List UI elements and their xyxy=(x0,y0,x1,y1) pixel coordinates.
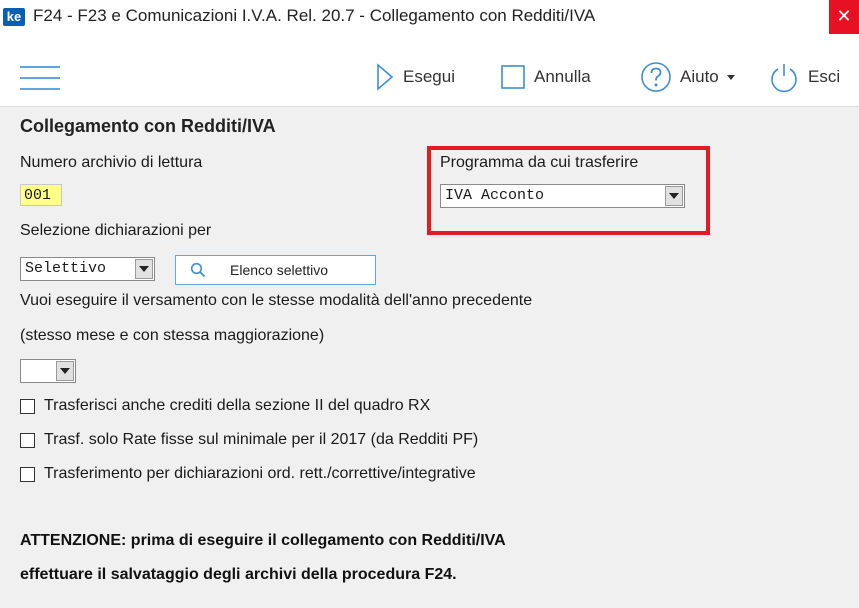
window-title: F24 - F23 e Comunicazioni I.V.A. Rel. 20… xyxy=(33,6,596,25)
checkbox-label: Trasferimento per dichiarazioni ord. ret… xyxy=(44,465,476,482)
help-icon xyxy=(640,61,672,93)
run-label: Esegui xyxy=(403,67,455,86)
hamburger-icon[interactable] xyxy=(20,66,60,90)
checkbox[interactable] xyxy=(20,466,35,482)
checkbox-row-rx-credits[interactable]: Trasferisci anche crediti della sezione … xyxy=(20,397,430,415)
toolbar: Esegui Annulla Aiuto Esci xyxy=(0,34,859,107)
search-icon xyxy=(190,262,206,283)
archive-number-input[interactable]: 001 xyxy=(20,184,62,206)
selection-select[interactable]: Selettivo xyxy=(20,257,155,281)
archive-label: Numero archivio di lettura xyxy=(20,154,203,171)
help-label: Aiuto xyxy=(680,67,719,86)
checkbox-row-corrective-declarations[interactable]: Trasferimento per dichiarazioni ord. ret… xyxy=(20,465,476,483)
close-button[interactable]: ✕ xyxy=(829,0,859,34)
power-icon xyxy=(768,61,800,93)
app-logo: ke xyxy=(3,8,25,26)
selective-list-label: Elenco selettivo xyxy=(230,262,329,278)
selection-label: Selezione dichiarazioni per xyxy=(20,222,212,239)
cancel-label: Annulla xyxy=(534,67,591,86)
checkbox-label: Trasferisci anche crediti della sezione … xyxy=(44,397,431,414)
run-button[interactable]: Esegui xyxy=(375,62,455,92)
warning-text-line1: ATTENZIONE: prima di eseguire il collega… xyxy=(20,532,506,549)
selective-list-button[interactable]: Elenco selettivo xyxy=(175,255,376,285)
play-icon xyxy=(375,63,395,91)
program-select-value: IVA Acconto xyxy=(445,187,545,204)
same-mode-question: Vuoi eseguire il versamento con le stess… xyxy=(20,292,533,309)
checkbox-label: Trasf. solo Rate fisse sul minimale per … xyxy=(44,431,479,448)
exit-button[interactable]: Esci xyxy=(768,61,841,93)
program-label: Programma da cui trasferire xyxy=(440,154,639,171)
checkbox[interactable] xyxy=(20,432,35,448)
exit-label: Esci xyxy=(808,67,841,86)
warning-text-line2: effettuare il salvataggio degli archivi … xyxy=(20,566,457,583)
chevron-down-icon[interactable] xyxy=(665,186,683,206)
section-title: Collegamento con Redditi/IVA xyxy=(20,116,276,136)
checkbox-row-fixed-installments[interactable]: Trasf. solo Rate fisse sul minimale per … xyxy=(20,431,478,449)
chevron-down-icon xyxy=(726,74,735,80)
chevron-down-icon[interactable] xyxy=(135,259,153,279)
title-bar: ke F24 - F23 e Comunicazioni I.V.A. Rel.… xyxy=(0,0,859,35)
chevron-down-icon[interactable] xyxy=(56,361,74,381)
stop-icon xyxy=(500,64,526,90)
checkbox[interactable] xyxy=(20,398,35,414)
same-mode-question-note: (stesso mese e con stessa maggiorazione) xyxy=(20,327,325,344)
cancel-button[interactable]: Annulla xyxy=(500,62,591,92)
help-button[interactable]: Aiuto xyxy=(640,62,735,92)
same-mode-select[interactable] xyxy=(20,359,76,383)
selection-select-value: Selettivo xyxy=(25,260,107,277)
form-panel: Collegamento con Redditi/IVA Numero arch… xyxy=(0,107,859,608)
program-select[interactable]: IVA Acconto xyxy=(440,184,685,208)
